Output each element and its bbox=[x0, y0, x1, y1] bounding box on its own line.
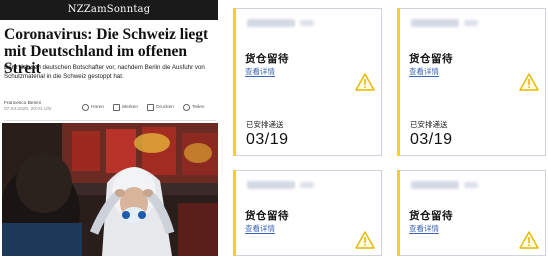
warning-icon bbox=[519, 73, 539, 91]
listen-button[interactable]: Hören bbox=[82, 104, 104, 111]
publish-date: 07.03.2020, 20:01 Uhr bbox=[4, 107, 52, 112]
warning-icon bbox=[355, 73, 375, 91]
redacted-text bbox=[300, 182, 314, 188]
article-lead: Bern lädt den deutschen Botschafter vor,… bbox=[4, 64, 205, 80]
redacted-text bbox=[411, 19, 459, 27]
shipment-card[interactable]: 货仓留待 查看详情 已安排递送 03/19 bbox=[397, 8, 546, 156]
warning-icon bbox=[355, 231, 375, 249]
redacted-text bbox=[411, 181, 459, 189]
shipment-card[interactable]: 货仓留待 查看详情 bbox=[397, 170, 546, 256]
delivery-status: 已安排递送 bbox=[410, 120, 448, 129]
redacted-text bbox=[464, 20, 478, 26]
article-photo bbox=[2, 123, 218, 256]
print-button[interactable]: Drucken bbox=[147, 104, 174, 111]
headphones-icon bbox=[82, 104, 89, 111]
view-details-link[interactable]: 查看详情 bbox=[245, 67, 275, 77]
article-actions: Hören Merken Drucken Teilen bbox=[82, 104, 205, 111]
share-icon bbox=[182, 104, 190, 111]
warning-icon bbox=[519, 231, 539, 249]
masthead[interactable]: NZZamSonntag bbox=[0, 0, 218, 20]
delivery-status: 已安排递送 bbox=[246, 120, 284, 129]
view-details-link[interactable]: 查看详情 bbox=[245, 224, 275, 234]
bookmark-button[interactable]: Merken bbox=[113, 104, 138, 111]
view-details-link[interactable]: 查看详情 bbox=[409, 224, 439, 234]
view-details-link[interactable]: 查看详情 bbox=[409, 67, 439, 77]
shipment-status: 货仓留待 bbox=[409, 210, 453, 222]
shipment-card[interactable]: 货仓留待 查看详情 已安排递送 03/19 bbox=[233, 8, 382, 156]
shipment-status: 货仓留待 bbox=[245, 53, 289, 65]
delivery-date: 03/19 bbox=[410, 131, 453, 148]
redacted-text bbox=[247, 181, 295, 189]
delivery-date: 03/19 bbox=[246, 131, 289, 148]
divider bbox=[4, 120, 216, 121]
news-article-panel: NZZamSonntag Coronavirus: Die Schweiz li… bbox=[0, 0, 218, 256]
bookmark-icon bbox=[113, 104, 121, 111]
shipment-status: 货仓留待 bbox=[245, 210, 289, 222]
shipment-status: 货仓留待 bbox=[409, 53, 453, 65]
printer-icon bbox=[147, 104, 155, 111]
redacted-text bbox=[247, 19, 295, 27]
redacted-text bbox=[300, 20, 314, 26]
redacted-text bbox=[464, 182, 478, 188]
caption-fragment bbox=[0, 248, 120, 256]
author-name[interactable]: Francesco Benini bbox=[4, 101, 41, 106]
share-button[interactable]: Teilen bbox=[182, 104, 205, 111]
article-byline: Francesco Benini 07.03.2020, 20:01 Uhr bbox=[4, 101, 52, 113]
shipment-card[interactable]: 货仓留待 查看详情 bbox=[233, 170, 382, 256]
